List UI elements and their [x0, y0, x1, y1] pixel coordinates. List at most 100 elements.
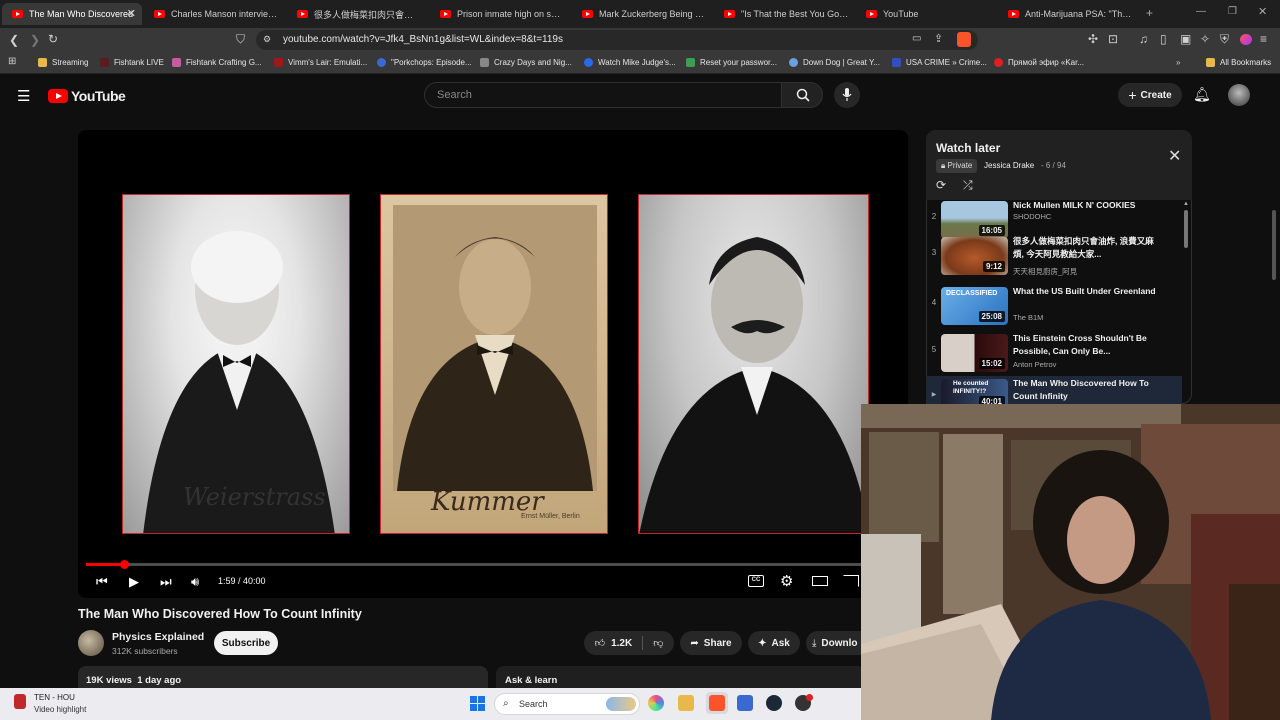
- windows-start-icon[interactable]: [470, 696, 485, 711]
- bookmark-item[interactable]: Vimm's Lair: Emulati...: [274, 58, 367, 67]
- theater-mode-icon[interactable]: [812, 576, 828, 586]
- tab[interactable]: Mark Zuckerberg Being a Robo: [572, 3, 712, 25]
- extensions-icon[interactable]: ✣: [1088, 32, 1098, 46]
- voice-search-button[interactable]: [834, 82, 860, 108]
- apps-grid-icon[interactable]: ⊞: [8, 56, 16, 67]
- progress-fill: [86, 563, 125, 566]
- next-icon[interactable]: ⏭︎: [160, 574, 172, 590]
- bookmark-item[interactable]: Down Dog | Great Y...: [789, 58, 880, 67]
- brave-browser-icon[interactable]: [709, 695, 725, 711]
- channel-name[interactable]: Physics Explained: [112, 631, 204, 643]
- bookmark-item[interactable]: Fishtank Crafting G...: [172, 58, 262, 67]
- channel-avatar[interactable]: [78, 630, 104, 656]
- share-page-icon[interactable]: ⇪: [934, 32, 943, 45]
- duration-badge: 15:02: [978, 358, 1005, 369]
- subscribe-button[interactable]: Subscribe: [214, 631, 278, 655]
- notifications-bell-icon[interactable]: 🔔︎: [1193, 86, 1211, 103]
- all-bookmarks[interactable]: All Bookmarks: [1206, 58, 1271, 67]
- vpn-icon[interactable]: ⛨: [1220, 32, 1229, 47]
- thumbs-up-icon[interactable]: 👍︎: [595, 637, 605, 649]
- close-window-icon[interactable]: ✕: [1258, 5, 1267, 18]
- bookmark-item[interactable]: Fishtank LIVE: [100, 58, 164, 67]
- hamburger-menu-icon[interactable]: ☰: [17, 87, 30, 105]
- wallet-icon[interactable]: ▣: [1180, 32, 1191, 46]
- play-icon[interactable]: ▶: [129, 574, 139, 590]
- url-text[interactable]: youtube.com/watch?v=Jfk4_BsNn1g&list=WL&…: [283, 34, 563, 45]
- bookmark-item[interactable]: "Porkchops: Episode...: [377, 58, 472, 67]
- restore-icon[interactable]: ❐: [1228, 6, 1237, 17]
- playlist-item[interactable]: 4 DECLASSIFIED 25:08 What the US Built U…: [926, 284, 1182, 330]
- scroll-up-icon[interactable]: ▲: [1183, 201, 1189, 207]
- widget-title[interactable]: TEN - HOU: [34, 693, 75, 702]
- bookmark-item[interactable]: USA CRIME » Crime...: [892, 58, 987, 67]
- captions-icon[interactable]: CC: [748, 575, 764, 587]
- video-thumbnail: 15:02: [941, 334, 1008, 372]
- notepad-icon[interactable]: [737, 695, 753, 711]
- profile-icon[interactable]: [1240, 34, 1252, 45]
- media-icon[interactable]: ♫: [1139, 32, 1148, 46]
- copilot-icon[interactable]: [648, 695, 664, 711]
- bookmarks-overflow-icon[interactable]: »: [1176, 58, 1180, 67]
- bookmark-item[interactable]: Streaming: [38, 58, 88, 67]
- progress-bar[interactable]: [86, 560, 862, 569]
- playlist-owner[interactable]: Jessica Drake: [984, 161, 1034, 170]
- close-tab-icon[interactable]: ✕: [127, 7, 136, 20]
- settings-gear-icon[interactable]: ⚙: [780, 572, 793, 590]
- cast-icon[interactable]: ▭: [912, 33, 921, 44]
- bookmark-item[interactable]: Crazy Days and Nig...: [480, 58, 572, 67]
- previous-icon[interactable]: ⏮︎: [96, 574, 108, 590]
- bookmark-icon[interactable]: ⛉: [236, 32, 245, 47]
- shuffle-icon[interactable]: ⤮: [963, 178, 973, 193]
- item-channel: The B1M: [1013, 313, 1044, 322]
- tab[interactable]: 很多人做梅菜扣肉只會油炸,: [287, 3, 427, 25]
- youtube-logo[interactable]: YouTube: [48, 88, 126, 104]
- like-count[interactable]: 1.2K: [611, 638, 632, 649]
- new-tab-button[interactable]: +: [1146, 6, 1153, 20]
- page-scrollbar[interactable]: [1272, 210, 1276, 280]
- folder-icon: [1206, 58, 1215, 67]
- share-button[interactable]: ➦ Share: [680, 631, 742, 655]
- cast-to-tv-icon[interactable]: [843, 575, 859, 587]
- reload-icon[interactable]: ↻: [48, 32, 58, 46]
- site-info-icon[interactable]: ⚙: [263, 34, 271, 45]
- sidebar-icon[interactable]: ▯: [1160, 32, 1167, 46]
- recording-dot-icon: [806, 694, 813, 701]
- search-input[interactable]: Search: [424, 82, 782, 108]
- thumbs-down-icon[interactable]: 👎︎: [653, 637, 663, 649]
- download-button[interactable]: ⤓ Downlo: [806, 631, 866, 655]
- playlist-scrollbar[interactable]: [1184, 210, 1188, 248]
- playlist-title[interactable]: Watch later: [936, 141, 1000, 155]
- tab-active[interactable]: The Man Who Discovered ✕: [2, 3, 142, 25]
- volume-icon[interactable]: 🔊︎: [191, 574, 199, 590]
- loop-icon[interactable]: ⟳: [936, 178, 946, 192]
- ask-button[interactable]: ✦ Ask: [748, 631, 800, 655]
- bookmark-item[interactable]: Reset your passwor...: [686, 58, 777, 67]
- screenshot-icon[interactable]: ⊡: [1108, 32, 1118, 46]
- account-avatar[interactable]: [1228, 84, 1250, 106]
- minimize-icon[interactable]: —: [1196, 6, 1206, 17]
- search-button[interactable]: [781, 82, 823, 108]
- create-button[interactable]: + Create: [1118, 83, 1182, 107]
- news-widget-icon[interactable]: [14, 694, 26, 709]
- like-dislike-group: 👍︎ 1.2K 👎︎: [584, 631, 674, 655]
- tab[interactable]: Charles Manson interview: He: [144, 3, 284, 25]
- steam-icon[interactable]: [766, 695, 782, 711]
- forward-icon[interactable]: ❯: [30, 33, 40, 47]
- youtube-favicon-icon: [297, 10, 308, 18]
- file-explorer-icon[interactable]: [678, 695, 694, 711]
- brave-shield-icon[interactable]: [957, 32, 971, 47]
- bookmark-item[interactable]: Прямой эфир «Kar...: [994, 58, 1084, 67]
- back-icon[interactable]: ❮: [9, 33, 19, 47]
- youtube-favicon-icon: [724, 10, 735, 18]
- playlist-item[interactable]: 5 15:02 This Einstein Cross Shouldn't Be…: [926, 331, 1182, 377]
- leo-icon[interactable]: ✧: [1200, 32, 1210, 46]
- tab[interactable]: "Is That the Best You Got?" - M: [714, 3, 854, 25]
- tab[interactable]: Prison inmate high on spice he: [430, 3, 570, 25]
- tab[interactable]: Anti-Marijuana PSA: "The Deat: [998, 3, 1138, 25]
- bookmark-item[interactable]: Watch Mike Judge's...: [584, 58, 676, 67]
- playlist-item[interactable]: 3 9:12 很多人做梅菜扣肉只會油炸, 浪費又麻煩, 今天阿見教給大家... …: [926, 234, 1182, 280]
- menu-icon[interactable]: ≡: [1260, 32, 1267, 46]
- close-playlist-icon[interactable]: ✕: [1168, 146, 1181, 166]
- playlist-item-current[interactable]: ▶ He counted INFINITY!? 40:01 The Man Wh…: [926, 376, 1182, 407]
- tab[interactable]: YouTube: [856, 3, 996, 25]
